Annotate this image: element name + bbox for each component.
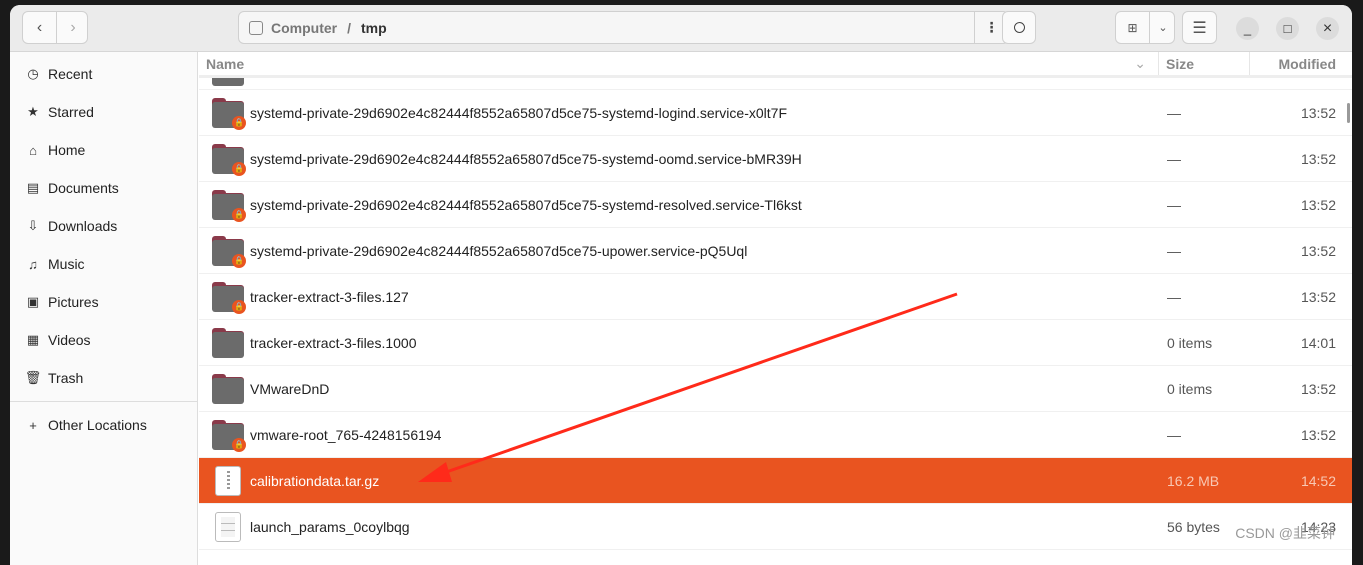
watermark: CSDN @韭菜钟 — [1235, 525, 1335, 541]
arrow-head — [418, 462, 452, 482]
arrow-line — [431, 292, 958, 479]
annotation-arrow — [418, 292, 958, 482]
